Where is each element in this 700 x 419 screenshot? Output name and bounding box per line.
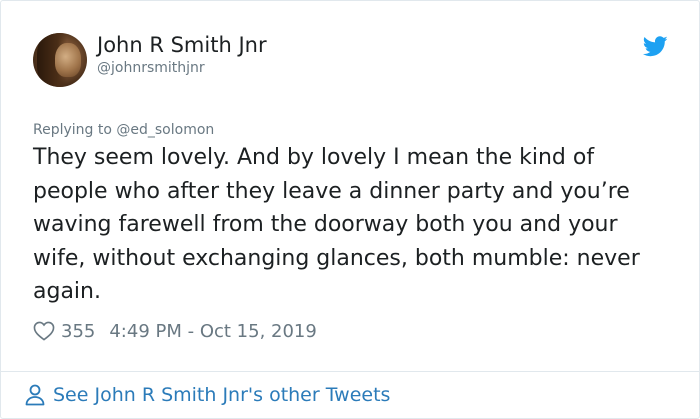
avatar[interactable] [33, 33, 87, 87]
author-handle[interactable]: @johnrsmithjnr [97, 60, 205, 76]
replying-to-mention[interactable]: @ed_solomon [116, 122, 214, 138]
author-name[interactable]: John R Smith Jnr [97, 33, 267, 57]
like-count[interactable]: 355 [61, 321, 95, 342]
twitter-bird-icon[interactable] [643, 36, 668, 57]
other-tweets-label: See John R Smith Jnr's other Tweets [53, 384, 391, 406]
person-icon [25, 384, 45, 406]
replying-to: Replying to @ed_solomon [33, 122, 214, 138]
heart-icon[interactable] [33, 321, 55, 341]
avatar-face [55, 43, 81, 77]
footer-divider [1, 371, 700, 372]
tweet-meta: 355 4:49 PM - Oct 15, 2019 [33, 317, 317, 345]
tweet-text: They seem lovely. And by lovely I mean t… [33, 145, 640, 304]
replying-to-label: Replying to [33, 122, 117, 138]
tweet-timestamp[interactable]: 4:49 PM - Oct 15, 2019 [109, 321, 316, 342]
other-tweets-link[interactable]: See John R Smith Jnr's other Tweets [25, 381, 390, 409]
tweet-card: John R Smith Jnr @johnrsmithjnr Replying… [0, 0, 700, 419]
